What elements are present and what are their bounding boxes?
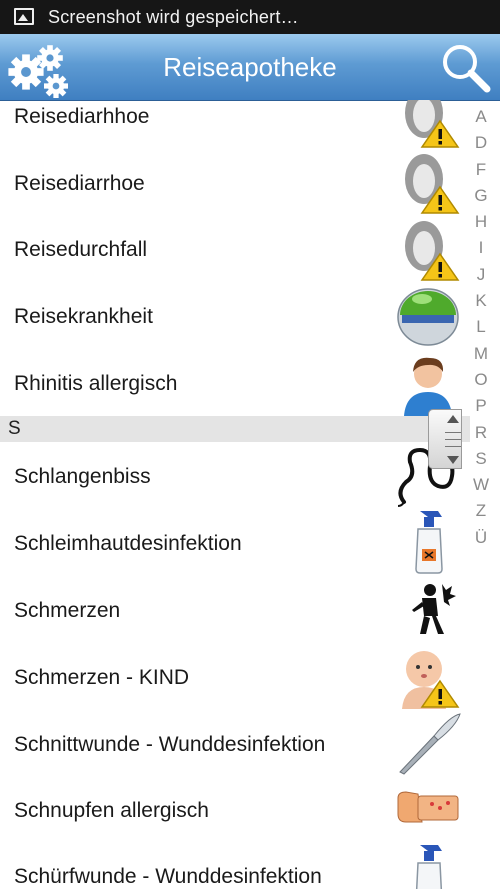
fast-scroll-thumb[interactable] xyxy=(428,409,462,469)
index-letter[interactable]: I xyxy=(468,235,494,261)
alphabet-index[interactable]: A D F G H I J K L M O P R S W Z Ü xyxy=(468,104,494,551)
grip-line xyxy=(445,432,461,433)
index-letter[interactable]: P xyxy=(468,393,494,419)
grip-line xyxy=(445,446,461,447)
search-icon[interactable] xyxy=(438,40,494,96)
list-item[interactable]: Schlangenbiss xyxy=(0,442,470,508)
scroll-down-arrow-icon xyxy=(447,456,459,464)
list-item[interactable]: Reisediarrhoe xyxy=(0,149,470,215)
grip-line xyxy=(445,439,461,440)
index-letter[interactable]: M xyxy=(468,341,494,367)
list-item-label: Schlangenbiss xyxy=(14,465,151,488)
remedy-list[interactable]: Reisediarhhoe Reisediarrhoe Reisedurchfa… xyxy=(0,100,500,889)
list-item[interactable]: Schnupfen allergisch xyxy=(0,776,470,842)
index-letter[interactable]: W xyxy=(468,472,494,498)
list-item-label: Schnittwunde - Wunddesinfektion xyxy=(14,733,326,756)
toilet-warning-icon xyxy=(405,100,460,148)
list-item[interactable]: Reisedurchfall xyxy=(0,216,470,282)
index-letter[interactable]: O xyxy=(468,367,494,393)
pain-figure-icon xyxy=(412,584,456,634)
section-header: S xyxy=(0,416,470,442)
index-letter[interactable]: F xyxy=(468,157,494,183)
list-item-label: Reisedurchfall xyxy=(14,238,148,261)
toilet-warning-icon xyxy=(405,154,460,214)
scalpel-icon xyxy=(399,713,461,775)
list-item[interactable]: Schnittwunde - Wunddesinfektion xyxy=(0,710,470,776)
list-item-label: Rhinitis allergisch xyxy=(14,372,178,395)
list-item-label: Reisekrankheit xyxy=(14,305,153,328)
list-item-label: Schmerzen - KIND xyxy=(14,666,190,689)
baby-warning-icon xyxy=(402,651,460,709)
status-notification-text: Screenshot wird gespeichert… xyxy=(48,7,299,27)
list-item-label: Schnupfen allergisch xyxy=(14,799,209,822)
app-bar: Reiseapotheke xyxy=(0,34,500,101)
list-item-label: Reisediarhhoe xyxy=(14,105,150,128)
list-item-label: Schmerzen xyxy=(14,599,121,622)
index-letter[interactable]: R xyxy=(468,420,494,446)
index-letter[interactable]: L xyxy=(468,314,494,340)
list-item[interactable]: Schürfwunde - Wunddesinfektion xyxy=(0,843,470,889)
index-letter[interactable]: Z xyxy=(468,498,494,524)
index-letter[interactable]: D xyxy=(468,130,494,156)
index-letter[interactable]: H xyxy=(468,209,494,235)
toilet-warning-icon xyxy=(405,221,460,281)
green-dome-icon xyxy=(397,288,459,346)
spray-bottle-icon xyxy=(415,845,443,889)
page-title: Reiseapotheke xyxy=(163,52,337,82)
status-bar: Screenshot wird gespeichert… xyxy=(0,0,500,34)
screenshot-notification-icon xyxy=(14,8,34,25)
index-letter[interactable]: K xyxy=(468,288,494,314)
list-item-label: Schürfwunde - Wunddesinfektion xyxy=(14,865,322,888)
list-item-label: Reisediarrhoe xyxy=(14,172,145,195)
section-header-label: S xyxy=(8,418,21,439)
index-letter[interactable]: G xyxy=(468,183,494,209)
list-item[interactable]: Schmerzen xyxy=(0,576,470,642)
index-letter[interactable]: A xyxy=(468,104,494,130)
list-item[interactable]: Rhinitis allergisch xyxy=(0,350,470,416)
list-item[interactable]: Reisediarhhoe xyxy=(0,100,470,149)
list-item-label: Schleimhautdesinfektion xyxy=(14,532,242,555)
index-letter[interactable]: S xyxy=(468,446,494,472)
person-icon xyxy=(404,357,452,416)
scroll-up-arrow-icon xyxy=(447,415,459,423)
allergy-arm-icon xyxy=(397,791,459,823)
list-item[interactable]: Schleimhautdesinfektion xyxy=(0,509,470,575)
index-letter[interactable]: J xyxy=(468,262,494,288)
list-item[interactable]: Reisekrankheit xyxy=(0,283,470,349)
spray-bottle-icon xyxy=(415,511,443,574)
index-letter[interactable]: Ü xyxy=(468,525,494,551)
list-item[interactable]: Schmerzen - KIND xyxy=(0,643,470,709)
